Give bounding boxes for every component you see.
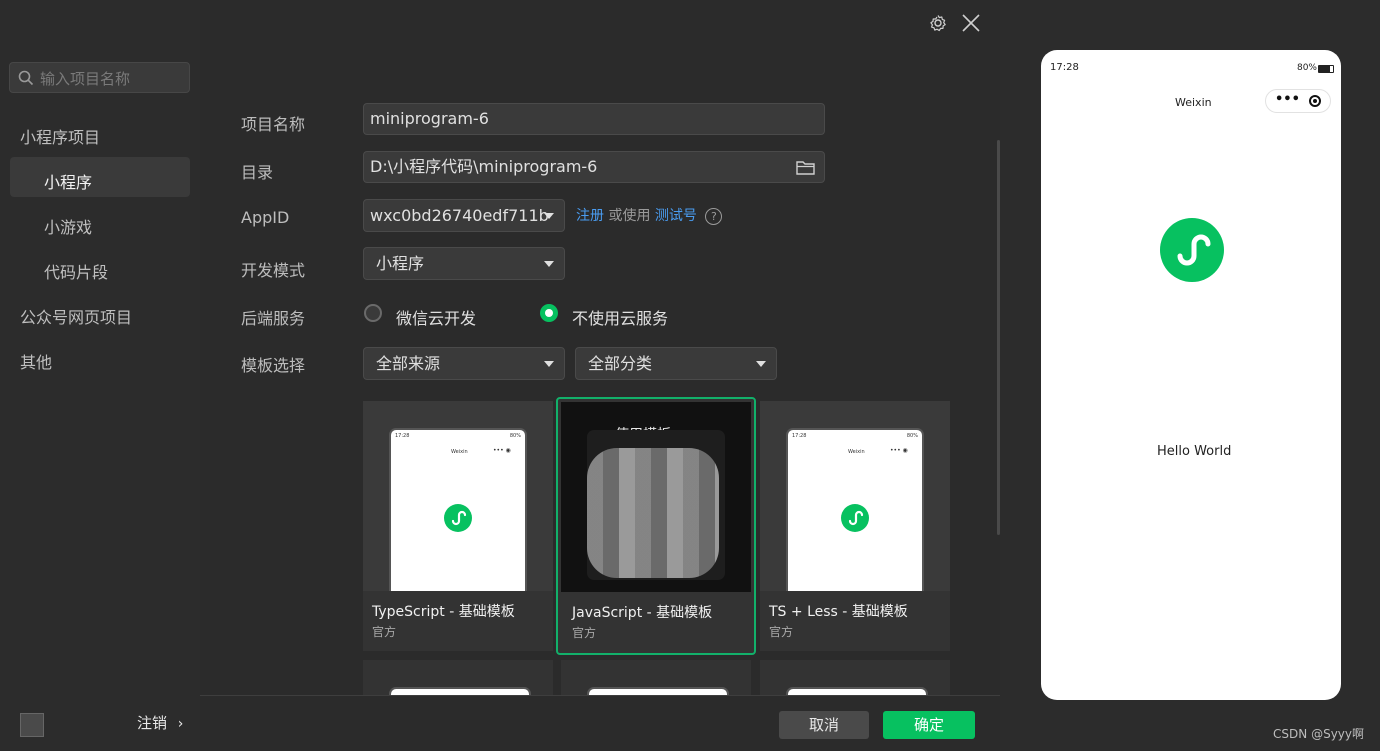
directory-value: D:\小程序代码\miniprogram-6 [370, 157, 598, 176]
appid-hint: 注册 或使用 测试号 ? [576, 205, 723, 225]
preview-phone: 17:28 80% Weixin ••• Hello World [1041, 50, 1341, 700]
project-name-input[interactable]: miniprogram-6 [363, 103, 825, 135]
directory-input[interactable]: D:\小程序代码\miniprogram-6 [363, 151, 825, 183]
target-close-icon[interactable] [1309, 95, 1321, 107]
source-value: 全部来源 [376, 354, 441, 373]
battery-icon [1318, 65, 1334, 73]
phone-battery: 80% [906, 433, 918, 439]
dropdown-caret-icon [544, 261, 554, 267]
help-icon[interactable]: ? [705, 208, 723, 225]
logout-label: 注销 [137, 714, 168, 732]
category-value: 全部分类 [588, 354, 653, 373]
template-card-peek[interactable] [363, 660, 553, 700]
dropdown-caret-icon [544, 361, 554, 367]
or-use-text: 或使用 [608, 208, 651, 224]
dev-mode-label: 开发模式 [241, 261, 306, 280]
logout-button[interactable]: 注销 › [137, 712, 183, 733]
sidebar-item-code-snippet[interactable]: 代码片段 [44, 259, 108, 283]
directory-label: 目录 [241, 163, 274, 182]
miniprogram-logo-icon [1160, 218, 1224, 282]
register-link[interactable]: 注册 [576, 208, 604, 224]
hello-world-text: Hello World [1157, 444, 1232, 459]
more-dots-icon[interactable]: ••• [1275, 92, 1300, 107]
search-input[interactable] [38, 67, 187, 91]
search-icon [18, 70, 34, 86]
phone-mockup: 17:28 80% Weixin ••• ◉ [786, 428, 924, 591]
phone-time: 17:28 [792, 433, 807, 439]
sidebar-active-highlight [10, 157, 190, 197]
radio-no-cloud[interactable] [540, 304, 558, 322]
dialog-footer: 取消 确定 [200, 695, 1000, 751]
sidebar-item-minigame[interactable]: 小游戏 [44, 214, 92, 238]
appid-select[interactable]: wxc0bd26740edf711b [363, 199, 565, 232]
template-thumbnail: 使用模板 [561, 402, 751, 592]
phone-capsule-icon: ••• ◉ [890, 447, 908, 454]
cancel-button[interactable]: 取消 [779, 711, 869, 739]
template-source: 官方 [572, 626, 597, 640]
sidebar-section-official-account[interactable]: 公众号网页项目 [20, 304, 132, 328]
radio-dot [545, 309, 553, 317]
nav-title: Weixin [1175, 96, 1212, 109]
phone-battery: 80% [509, 433, 521, 439]
dropdown-caret-icon [756, 361, 766, 367]
template-thumbnail: 17:28 80% Weixin ••• ◉ [363, 401, 553, 591]
template-card-ts-less[interactable]: 17:28 80% Weixin ••• ◉ TS + Less - 基础模板 … [760, 401, 950, 651]
template-card-peek[interactable] [760, 660, 950, 700]
phone-title: Weixin [848, 449, 865, 455]
sidebar-section-miniprogram[interactable]: 小程序项目 [20, 124, 100, 148]
chevron-right-icon: › [177, 716, 184, 732]
avatar[interactable] [20, 713, 44, 737]
main-panel: 项目名称 miniprogram-6 目录 D:\小程序代码\miniprogr… [200, 0, 1000, 751]
source-select[interactable]: 全部来源 [363, 347, 565, 380]
sidebar-section-other[interactable]: 其他 [20, 349, 52, 373]
miniprogram-logo-icon [444, 504, 472, 532]
template-label: 模板选择 [241, 356, 306, 375]
phone-title: Weixin [451, 449, 468, 455]
preview-panel: 17:28 80% Weixin ••• Hello World CSDN @S… [1000, 0, 1380, 750]
confirm-button[interactable]: 确定 [883, 711, 975, 739]
appid-label: AppID [241, 208, 290, 227]
watermark: CSDN @Syyy啊 [1273, 727, 1364, 741]
sidebar-item-miniprogram[interactable]: 小程序 [44, 169, 92, 193]
test-account-link[interactable]: 测试号 [655, 208, 697, 224]
status-battery: 80% [1296, 63, 1317, 73]
backend-label: 后端服务 [241, 309, 306, 328]
folder-icon[interactable] [796, 160, 815, 175]
sidebar: 小程序项目 小程序 小游戏 代码片段 公众号网页项目 其他 注销 › [0, 0, 200, 750]
template-title: JavaScript - 基础模板 [572, 605, 713, 621]
template-source: 官方 [769, 625, 794, 639]
status-time: 17:28 [1050, 62, 1079, 73]
radio-wechat-cloud[interactable] [364, 304, 382, 322]
phone-capsule-icon: ••• ◉ [493, 447, 511, 454]
phone-mockup: 17:28 80% Weixin ••• ◉ [389, 428, 527, 591]
search-box[interactable] [9, 62, 190, 93]
dev-mode-value: 小程序 [376, 254, 425, 273]
template-title: TypeScript - 基础模板 [372, 604, 515, 620]
dev-mode-select[interactable]: 小程序 [363, 247, 565, 280]
phone-time: 17:28 [395, 433, 410, 439]
project-name-label: 项目名称 [241, 115, 306, 134]
template-card-typescript[interactable]: 17:28 80% Weixin ••• ◉ TypeScript - 基础模板… [363, 401, 553, 651]
radio-wechat-cloud-label[interactable]: 微信云开发 [396, 305, 476, 329]
template-thumbnail: 17:28 80% Weixin ••• ◉ [760, 401, 950, 591]
close-icon[interactable] [961, 13, 981, 33]
template-card-javascript[interactable]: 使用模板 JavaScript - 基础模板 官方 [556, 397, 756, 655]
radio-no-cloud-label[interactable]: 不使用云服务 [572, 305, 668, 329]
settings-gear-icon[interactable] [929, 14, 947, 32]
category-select[interactable]: 全部分类 [575, 347, 777, 380]
miniprogram-logo-icon [841, 504, 869, 532]
dropdown-caret-icon [544, 213, 554, 219]
appid-value: wxc0bd26740edf711b [370, 206, 549, 225]
template-source: 官方 [372, 625, 397, 639]
capsule-button[interactable]: ••• [1265, 89, 1331, 113]
new-project-dialog: 小程序项目 小程序 小游戏 代码片段 公众号网页项目 其他 注销 › 项目名称 … [0, 0, 1380, 751]
template-card-peek[interactable] [561, 660, 751, 700]
pixelated-image [587, 448, 719, 578]
template-title: TS + Less - 基础模板 [769, 604, 908, 620]
